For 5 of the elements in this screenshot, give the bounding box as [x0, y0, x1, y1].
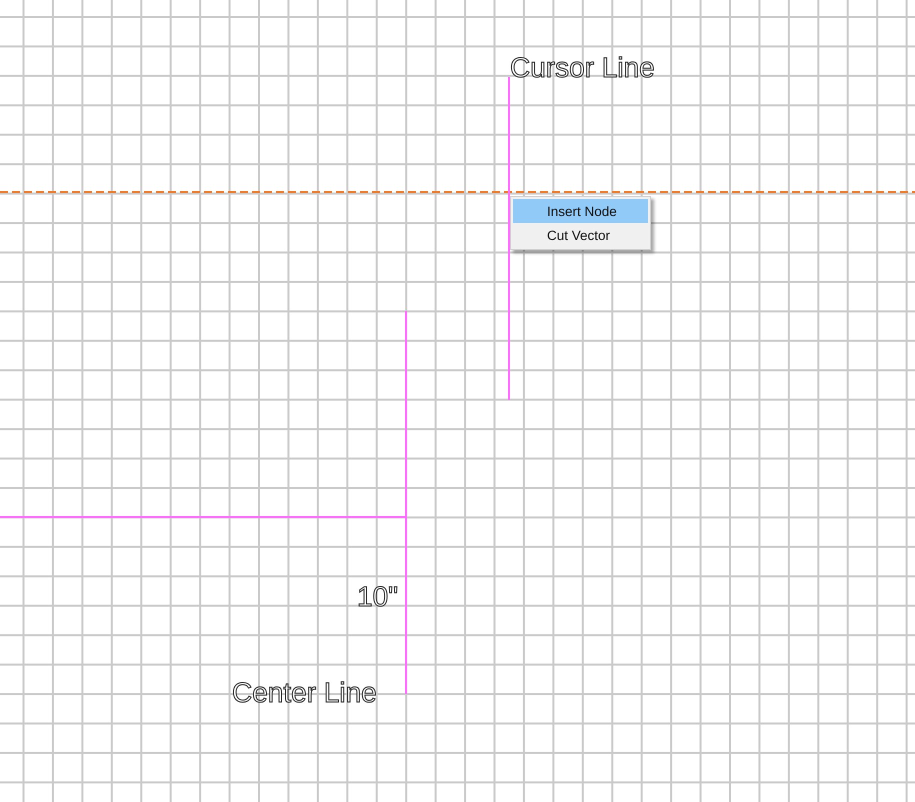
cursor-line-label: Cursor Line	[510, 54, 655, 82]
menu-item[interactable]: Cut Vector	[513, 223, 648, 247]
center-line-label: Center Line	[232, 679, 377, 707]
menu-item[interactable]: Insert Node	[513, 199, 648, 223]
dimension-label: 10"	[357, 583, 398, 611]
